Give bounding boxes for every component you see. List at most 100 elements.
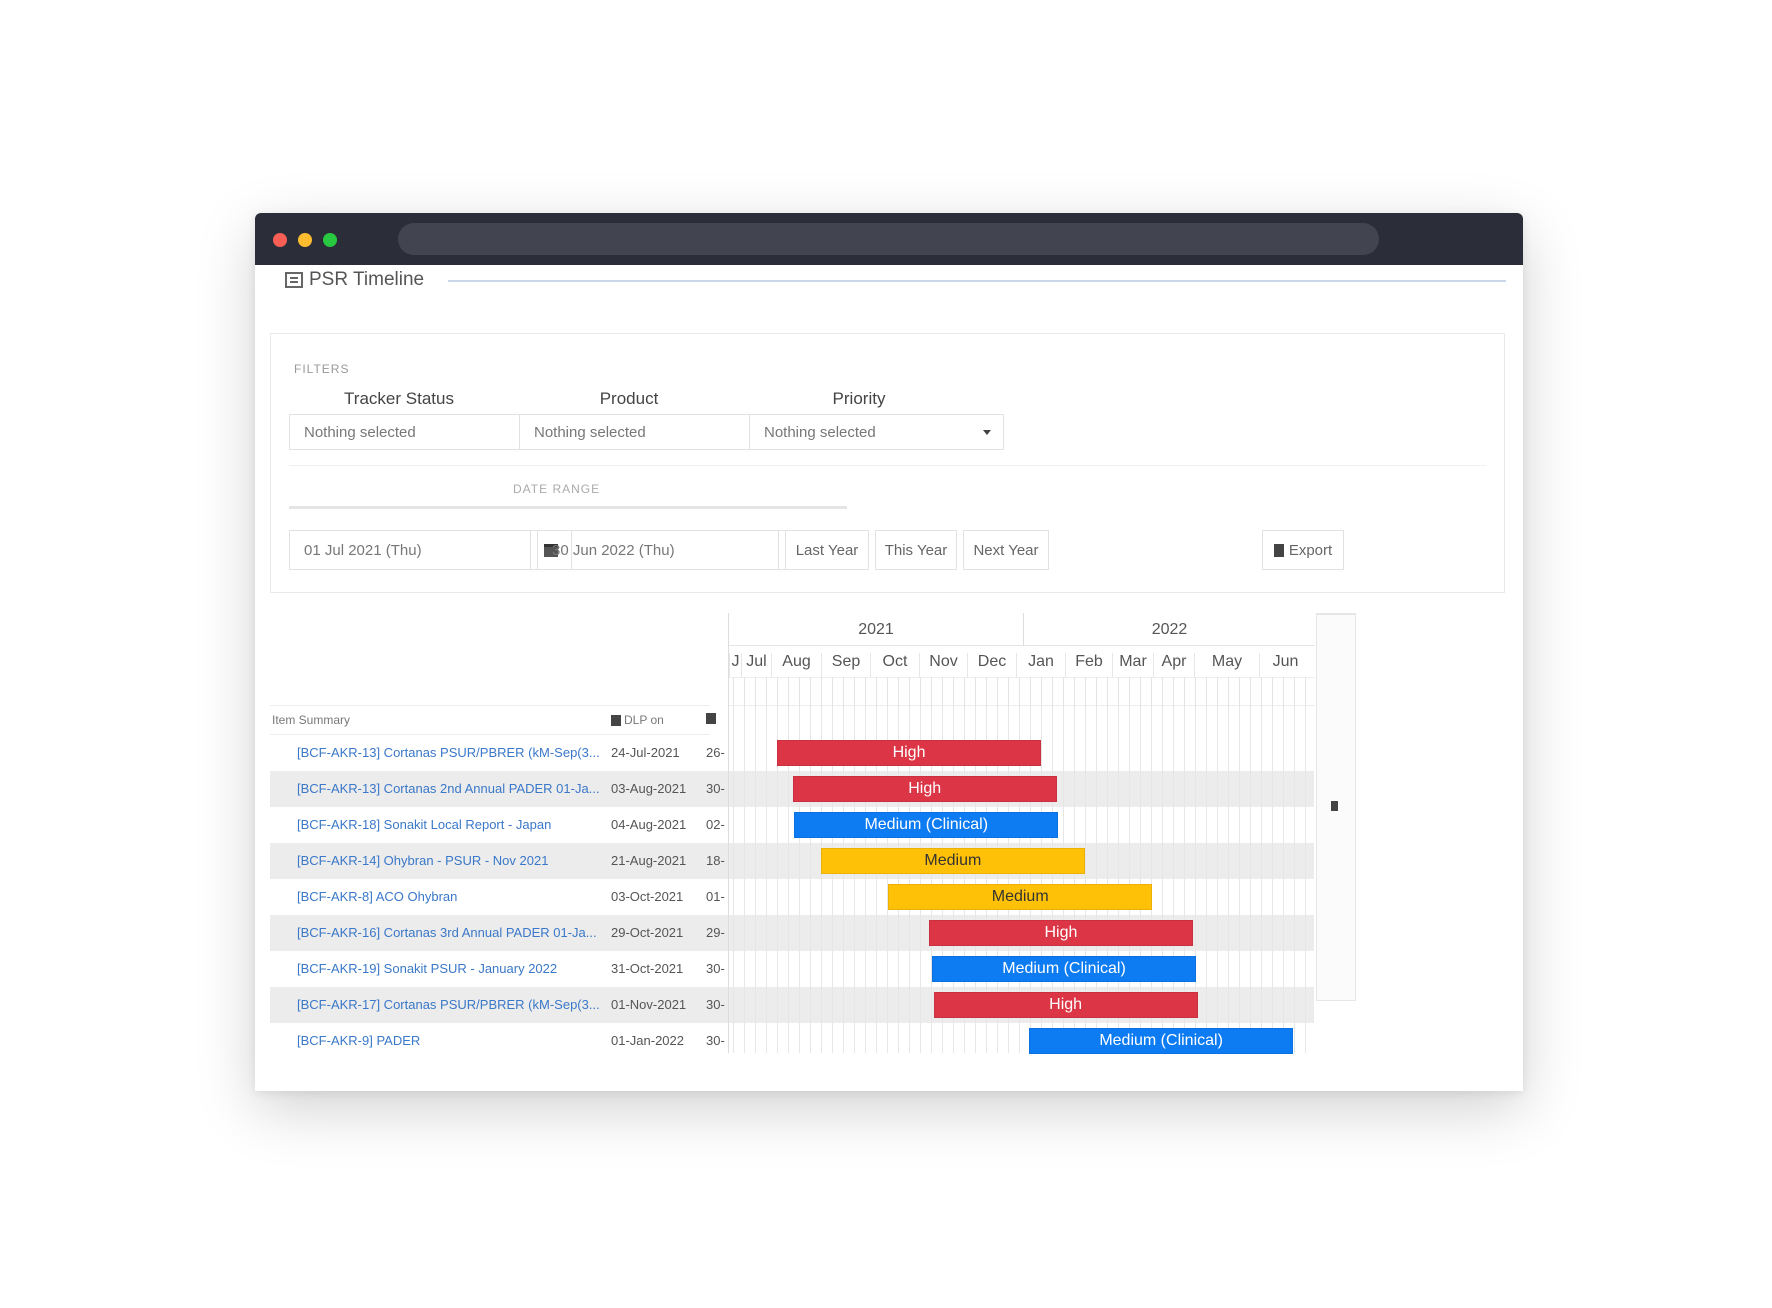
product-label: Product xyxy=(599,389,659,408)
gantt-bar[interactable]: Medium (Clinical) xyxy=(932,956,1197,982)
dlp-date: 01-Nov-2021 xyxy=(611,997,687,1012)
column-header-summary[interactable]: Item Summary xyxy=(272,713,350,727)
grid-line xyxy=(1305,705,1306,1053)
week-tick xyxy=(766,677,767,705)
address-bar[interactable] xyxy=(398,223,1379,255)
gantt-bar[interactable]: High xyxy=(792,776,1057,802)
minimize-window-icon[interactable] xyxy=(298,233,312,247)
calendar-icon xyxy=(706,713,716,724)
year-label: 2021 xyxy=(858,621,894,638)
last-year-button[interactable]: Last Year xyxy=(785,530,869,570)
week-tick xyxy=(1129,677,1130,705)
month-label: Sep xyxy=(821,653,870,677)
year-label: 2022 xyxy=(1151,621,1188,638)
week-tick xyxy=(1019,677,1020,705)
dlp-date: 29-Oct-2021 xyxy=(611,925,684,940)
gantt-bar[interactable]: High xyxy=(928,920,1193,946)
week-tick xyxy=(1239,677,1240,705)
gantt-bar[interactable]: Medium xyxy=(820,848,1085,874)
gantt-bar[interactable]: High xyxy=(933,992,1198,1018)
week-tick xyxy=(942,677,943,705)
item-summary-link[interactable]: [BCF-AKR-13] Cortanas PSUR/PBRER (kM-Sep… xyxy=(297,745,607,760)
date-range-caption: DATE RANGE xyxy=(513,482,601,496)
gantt-bar[interactable]: Medium xyxy=(888,884,1153,910)
item-summary-link[interactable]: [BCF-AKR-19] Sonakit PSUR - January 2022 xyxy=(297,961,607,976)
maximize-window-icon[interactable] xyxy=(323,233,337,247)
item-summary-link[interactable]: [BCF-AKR-9] PADER xyxy=(297,1033,607,1048)
calendar-list-icon xyxy=(285,272,303,288)
week-tick xyxy=(975,677,976,705)
window-titlebar xyxy=(255,213,1523,265)
product-select[interactable]: Nothing selected xyxy=(519,414,774,450)
week-tick xyxy=(1008,677,1009,705)
lock-icon[interactable] xyxy=(1331,801,1338,811)
priority-select[interactable]: Nothing selected xyxy=(749,414,1004,450)
dlp-date: 01-Jan-2022 xyxy=(611,1033,684,1048)
tracker-status-select[interactable]: Nothing selected xyxy=(289,414,544,450)
grid-line xyxy=(1272,705,1273,1053)
column-header-start[interactable]: DLP on xyxy=(611,713,664,727)
gantt-bar[interactable]: Medium (Clinical) xyxy=(1029,1028,1294,1054)
week-tick xyxy=(931,677,932,705)
dlp-date: 21-Aug-2021 xyxy=(611,853,687,868)
end-date: 30- xyxy=(706,961,725,976)
week-tick xyxy=(854,677,855,705)
priority-label: Priority xyxy=(832,389,886,408)
item-summary-link[interactable]: [BCF-AKR-14] Ohybran - PSUR - Nov 2021 xyxy=(297,853,607,868)
year-header-row: 2021 2022 xyxy=(729,613,1315,646)
week-tick xyxy=(1107,677,1108,705)
export-button[interactable]: Export xyxy=(1262,530,1344,570)
side-panel xyxy=(1316,613,1356,1001)
dlp-date: 04-Aug-2021 xyxy=(611,817,687,832)
item-summary-link[interactable]: [BCF-AKR-16] Cortanas 3rd Annual PADER 0… xyxy=(297,925,607,940)
month-label: Jul xyxy=(741,653,771,677)
end-date-input[interactable]: 30 Jun 2022 (Thu) xyxy=(537,530,820,570)
month-label: Mar xyxy=(1112,653,1153,677)
end-date: 18- xyxy=(706,853,725,868)
end-date: 30- xyxy=(706,781,725,796)
title-divider xyxy=(448,280,1506,282)
product-value: Nothing selected xyxy=(534,423,646,441)
week-tick xyxy=(777,677,778,705)
grid-line xyxy=(1294,705,1295,1053)
grid-line xyxy=(766,705,767,1053)
calendar-icon xyxy=(611,714,621,726)
week-tick xyxy=(1085,677,1086,705)
grid-line xyxy=(733,705,734,1053)
column-header-end[interactable] xyxy=(706,713,716,724)
start-date-input[interactable]: 01 Jul 2021 (Thu) xyxy=(289,530,572,570)
month-header-row: J Jul Aug Sep Oct Nov Dec Jan Feb Mar Apr May Jun xyxy=(729,645,1315,678)
week-tick xyxy=(997,677,998,705)
week-tick xyxy=(1184,677,1185,705)
month-label: Oct xyxy=(870,653,919,677)
week-tick xyxy=(843,677,844,705)
gantt-bar[interactable]: Medium (Clinical) xyxy=(794,812,1059,838)
week-tick xyxy=(1030,677,1031,705)
date-range-slider[interactable] xyxy=(289,506,847,509)
week-tick xyxy=(865,677,866,705)
next-year-button[interactable]: Next Year xyxy=(963,530,1049,570)
week-tick xyxy=(744,677,745,705)
this-year-button[interactable]: This Year xyxy=(875,530,957,570)
item-summary-link[interactable]: [BCF-AKR-13] Cortanas 2nd Annual PADER 0… xyxy=(297,781,607,796)
item-summary-link[interactable]: [BCF-AKR-18] Sonakit Local Report - Japa… xyxy=(297,817,607,832)
week-tick xyxy=(1096,677,1097,705)
close-window-icon[interactable] xyxy=(273,233,287,247)
week-tick xyxy=(1195,677,1196,705)
week-tick xyxy=(733,677,734,705)
grid-line xyxy=(1250,705,1251,1053)
week-tick xyxy=(1118,677,1119,705)
grid-line xyxy=(755,705,756,1053)
item-summary-link[interactable]: [BCF-AKR-8] ACO Ohybran xyxy=(297,889,607,904)
gantt-bar[interactable]: High xyxy=(777,740,1042,766)
item-summary-link[interactable]: [BCF-AKR-17] Cortanas PSUR/PBRER (kM-Sep… xyxy=(297,997,607,1012)
priority-value: Nothing selected xyxy=(764,423,876,441)
dlp-date: 03-Aug-2021 xyxy=(611,781,687,796)
month-label: Apr xyxy=(1153,653,1194,677)
week-tick xyxy=(1151,677,1152,705)
page-title: PSR Timeline xyxy=(285,269,424,291)
grid-line xyxy=(1239,705,1240,1053)
filters-divider xyxy=(289,465,1486,466)
grid-line xyxy=(1217,705,1218,1053)
week-tick xyxy=(876,677,877,705)
